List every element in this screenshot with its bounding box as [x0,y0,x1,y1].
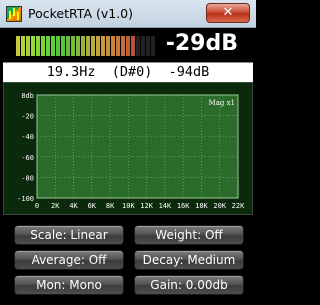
level-meter-segment [36,36,40,56]
app-icon [6,6,22,22]
x-tick-label: 20K [213,202,226,210]
level-meter-segment [56,36,60,56]
level-meter-segment [136,36,140,56]
note-value: (D#0) [111,64,153,80]
x-tick-label: 6K [88,202,97,210]
level-meter: -29dB [0,28,256,62]
level-meter-segment [126,36,130,56]
frequency-value: 19.3Hz [46,64,96,80]
level-meter-segment [81,36,85,56]
x-tick-label: 14K [159,202,172,210]
level-meter-segment [116,36,120,56]
level-meter-segment [51,36,55,56]
level-meter-segment [96,36,100,56]
level-meter-segment [111,36,115,56]
y-tick-label: -80 [21,174,34,182]
level-meter-bar [16,36,155,56]
decay-button[interactable]: Decay: Medium [134,250,244,270]
level-meter-segment [151,36,155,56]
peak-level-value: -94dB [168,64,210,80]
level-meter-segment [46,36,50,56]
window-title: PocketRTA (v1.0) [28,6,133,21]
y-tick-label: -60 [21,154,34,162]
spectrum-chart: 0db -20 -40 -60 -80 -100 0 2K 4K 6K 8K 10K 12K 14K 16K… [3,82,253,215]
level-meter-segment [91,36,95,56]
level-meter-segment [131,36,135,56]
x-tick-label: 2K [51,202,60,210]
level-meter-segment [141,36,145,56]
level-readout: -29dB [165,31,238,56]
y-tick-label: -20 [21,113,34,121]
app-window: PocketRTA (v1.0) ✕ -29dB 19.3Hz (D#0) -9… [0,0,256,305]
level-meter-segment [16,36,20,56]
level-meter-segment [76,36,80,56]
level-meter-segment [26,36,30,56]
y-tick-label: 0db [21,92,34,100]
average-button[interactable]: Average: Off [14,250,124,270]
level-meter-segment [86,36,90,56]
level-meter-segment [146,36,150,56]
gain-button[interactable]: Gain: 0.00db [134,275,244,295]
x-tick-label: 12K [140,202,153,210]
level-meter-segment [101,36,105,56]
pitch-info-text: 19.3Hz (D#0) -94dB [3,64,253,80]
monitor-button[interactable]: Mon: Mono [14,275,124,295]
level-meter-segment [21,36,25,56]
level-meter-segment [31,36,35,56]
scale-button[interactable]: Scale: Linear [14,225,124,245]
x-tick-label: 8K [106,202,115,210]
title-bar[interactable]: PocketRTA (v1.0) ✕ [0,0,256,28]
magnification-label: Mag x1 [209,99,235,107]
weight-button[interactable]: Weight: Off [134,225,244,245]
x-tick-label: 18K [195,202,208,210]
close-button[interactable]: ✕ [206,3,250,23]
x-tick-label: 4K [69,202,78,210]
y-tick-label: -100 [17,195,34,203]
level-meter-segment [71,36,75,56]
level-meter-segment [121,36,125,56]
level-meter-segment [61,36,65,56]
level-meter-segment [66,36,70,56]
level-meter-segment [41,36,45,56]
spectrum-chart-svg: 0db -20 -40 -60 -80 -1000 2K 4K 6K 8K 10K 12K 14K 16K… [17,92,245,210]
x-tick-label: 10K [122,202,135,210]
x-tick-label: 16K [177,202,190,210]
x-tick-label: 0 [35,202,39,210]
pitch-info-bar: 19.3Hz (D#0) -94dB [3,62,253,82]
level-meter-segment [106,36,110,56]
y-tick-label: -40 [21,133,34,141]
x-tick-label: 22K [232,202,245,210]
